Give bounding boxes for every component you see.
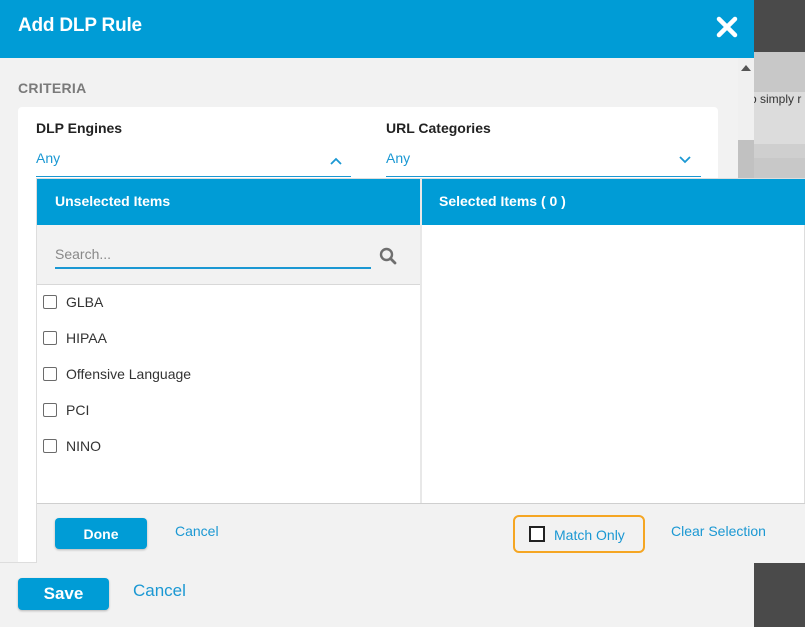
search-area xyxy=(37,225,420,285)
scrollbar-thumb[interactable] xyxy=(738,140,754,180)
match-only-label: Match Only xyxy=(554,527,625,543)
save-button[interactable]: Save xyxy=(18,578,109,610)
match-only-checkbox[interactable] xyxy=(529,526,545,542)
background-text-row: o simply r xyxy=(754,92,805,144)
scroll-up-arrow-icon[interactable] xyxy=(741,65,751,71)
url-categories-value[interactable]: Any xyxy=(386,150,410,166)
chevron-up-icon[interactable] xyxy=(329,156,343,166)
item-checkbox[interactable] xyxy=(43,439,57,453)
background-divider xyxy=(754,144,805,158)
item-label: GLBA xyxy=(66,294,104,310)
unselected-items-header: Unselected Items xyxy=(37,179,420,225)
list-item[interactable]: PCI xyxy=(43,402,413,426)
item-checkbox[interactable] xyxy=(43,331,57,345)
criteria-section-label: CRITERIA xyxy=(18,80,87,96)
list-item[interactable]: GLBA xyxy=(43,294,413,318)
item-checkbox[interactable] xyxy=(43,403,57,417)
done-button[interactable]: Done xyxy=(55,518,147,549)
selected-items-title: Selected Items ( 0 ) xyxy=(439,193,566,209)
search-input[interactable] xyxy=(55,241,371,269)
dlp-engines-dropdown-panel: Unselected Items Selected Items ( 0 ) GL… xyxy=(36,178,805,563)
list-item[interactable]: HIPAA xyxy=(43,330,413,354)
match-only-toggle[interactable]: Match Only xyxy=(513,515,645,553)
dropdown-cancel-link[interactable]: Cancel xyxy=(175,523,219,539)
dlp-engines-value[interactable]: Any xyxy=(36,150,60,166)
modal-header: Add DLP Rule xyxy=(0,0,754,58)
list-item[interactable]: Offensive Language xyxy=(43,366,413,390)
item-checkbox[interactable] xyxy=(43,295,57,309)
dlp-engines-underline xyxy=(36,176,351,177)
background-partial-text: o simply r xyxy=(754,92,802,106)
column-divider xyxy=(420,179,422,503)
item-label: HIPAA xyxy=(66,330,107,346)
url-categories-underline xyxy=(386,176,701,177)
chevron-down-icon[interactable] xyxy=(678,155,692,165)
cancel-link[interactable]: Cancel xyxy=(133,581,186,601)
selected-items-header: Selected Items ( 0 ) xyxy=(422,179,805,225)
modal-footer: Save Cancel xyxy=(0,562,754,627)
modal-title: Add DLP Rule xyxy=(18,15,142,36)
search-icon[interactable] xyxy=(379,247,397,265)
unselected-items-title: Unselected Items xyxy=(55,193,171,209)
dlp-engines-label: DLP Engines xyxy=(36,120,123,136)
dropdown-footer: Done Cancel Match Only Clear Selection xyxy=(37,503,805,563)
item-label: PCI xyxy=(66,402,90,418)
item-checkbox[interactable] xyxy=(43,367,57,381)
item-label: Offensive Language xyxy=(66,366,192,382)
url-categories-label: URL Categories xyxy=(386,120,491,136)
close-icon[interactable] xyxy=(714,14,740,40)
item-label: NINO xyxy=(66,438,101,454)
list-item[interactable]: NINO xyxy=(43,438,413,462)
clear-selection-link[interactable]: Clear Selection xyxy=(671,523,766,539)
